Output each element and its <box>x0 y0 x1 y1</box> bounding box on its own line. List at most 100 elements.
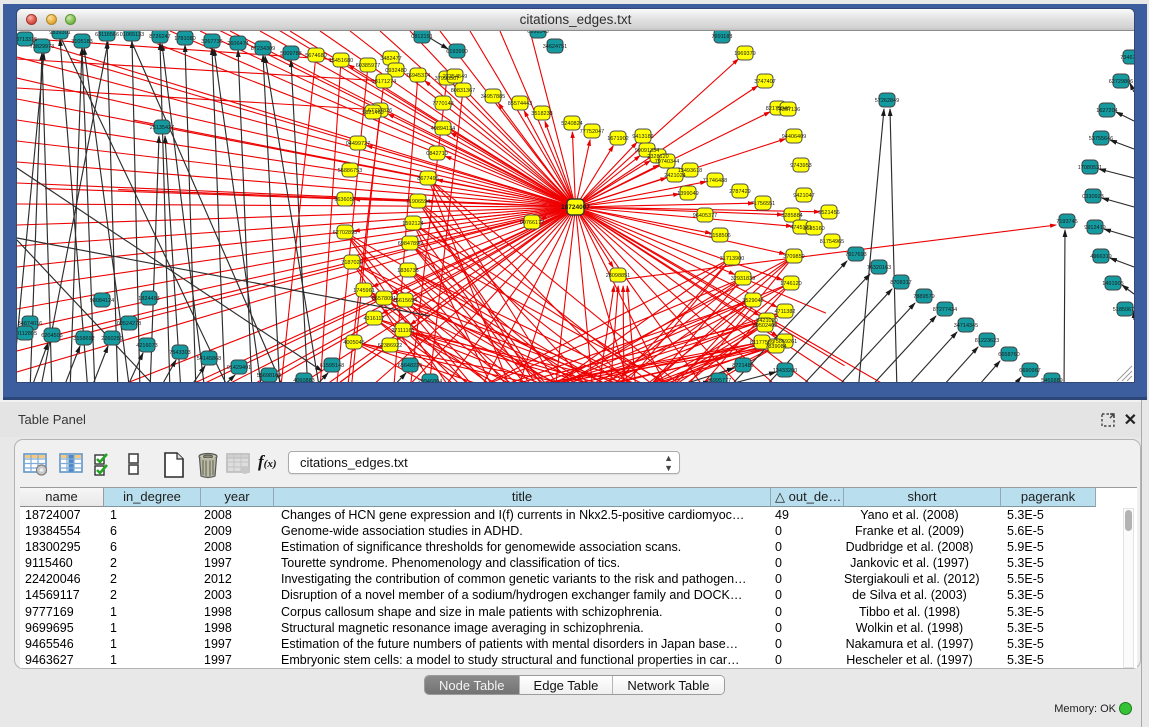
svg-text:3518233: 3518233 <box>531 111 552 117</box>
svg-text:2421024: 2421024 <box>664 173 685 179</box>
svg-text:5466889: 5466889 <box>1041 378 1062 382</box>
svg-text:8721489: 8721489 <box>732 363 753 369</box>
svg-text:32931839: 32931839 <box>731 276 755 282</box>
svg-text:54145868: 54145868 <box>197 356 221 362</box>
svg-text:49894134: 49894134 <box>431 126 455 132</box>
svg-text:55698169: 55698169 <box>257 373 281 379</box>
svg-text:1824493: 1824493 <box>138 296 159 302</box>
svg-text:7917693: 7917693 <box>845 252 866 258</box>
svg-text:98084124: 98084124 <box>90 298 114 304</box>
svg-text:76945314: 76945314 <box>406 73 430 79</box>
svg-text:3747407: 3747407 <box>754 79 775 85</box>
svg-text:5158506: 5158506 <box>709 233 730 239</box>
svg-text:1781080: 1781080 <box>174 36 195 42</box>
svg-text:73829973: 73829973 <box>30 44 54 50</box>
svg-text:5674680: 5674680 <box>305 53 326 59</box>
svg-text:5009788: 5009788 <box>280 51 301 57</box>
svg-text:8708317: 8708317 <box>890 280 911 286</box>
svg-text:9636057: 9636057 <box>334 197 355 203</box>
svg-text:3267736: 3267736 <box>201 39 222 45</box>
svg-text:71906594: 71906594 <box>406 199 430 205</box>
svg-text:39502402: 39502402 <box>753 323 777 329</box>
svg-text:87277434: 87277434 <box>933 307 957 313</box>
svg-text:62729806: 62729806 <box>1109 79 1133 85</box>
svg-text:34714345: 34714345 <box>954 323 978 329</box>
svg-text:34957885: 34957885 <box>481 94 505 100</box>
svg-text:36995777: 36995777 <box>707 378 731 382</box>
svg-text:4060883: 4060883 <box>293 378 314 382</box>
svg-text:0842710: 0842710 <box>426 151 447 157</box>
svg-text:7991183: 7991183 <box>711 34 732 40</box>
svg-text:74367136: 74367136 <box>776 107 800 113</box>
svg-text:9413186: 9413186 <box>632 134 653 140</box>
svg-text:62702895: 62702895 <box>333 230 357 236</box>
svg-text:78713315: 78713315 <box>17 37 37 43</box>
svg-text:3105183: 3105183 <box>71 39 92 45</box>
svg-text:81223623: 81223623 <box>975 338 999 344</box>
svg-text:8726247: 8726247 <box>149 34 170 40</box>
svg-text:2606474: 2606474 <box>227 41 248 47</box>
svg-text:1627204: 1627204 <box>1096 108 1117 114</box>
svg-text:85574443: 85574443 <box>508 101 532 107</box>
svg-text:61595148: 61595148 <box>320 363 344 369</box>
svg-text:7839084: 7839084 <box>765 344 786 350</box>
svg-text:00766177: 00766177 <box>520 220 544 226</box>
svg-text:25135427: 25135427 <box>150 125 174 131</box>
svg-text:7889579: 7889579 <box>913 294 934 300</box>
svg-text:4316117: 4316117 <box>363 316 384 322</box>
svg-text:9743953: 9743953 <box>790 163 811 169</box>
svg-text:34874016: 34874016 <box>18 321 42 327</box>
svg-text:1671902: 1671902 <box>607 136 628 142</box>
svg-text:3709859: 3709859 <box>783 254 804 260</box>
svg-text:0330923: 0330923 <box>1082 194 1103 200</box>
svg-text:79740344: 79740344 <box>655 159 679 165</box>
svg-text:96405377: 96405377 <box>693 213 717 219</box>
svg-text:4966319: 4966319 <box>1090 254 1111 260</box>
svg-text:1491905: 1491905 <box>1102 281 1123 287</box>
svg-text:3285884: 3285884 <box>781 213 802 219</box>
svg-text:7543303: 7543303 <box>169 350 190 356</box>
svg-text:17080531: 17080531 <box>1078 165 1102 171</box>
svg-text:69847896: 69847896 <box>398 241 422 247</box>
svg-text:31713900: 31713900 <box>720 256 744 262</box>
svg-text:94406409: 94406409 <box>782 134 806 140</box>
svg-text:13433200: 13433200 <box>773 368 797 374</box>
svg-text:71746488: 71746488 <box>703 178 727 184</box>
svg-text:34624751: 34624751 <box>543 44 567 50</box>
svg-text:80112805: 80112805 <box>17 331 37 337</box>
svg-text:9821465: 9821465 <box>362 110 383 116</box>
svg-text:9521456: 9521456 <box>818 210 839 216</box>
svg-text:7187026: 7187026 <box>341 260 362 266</box>
svg-text:8677496: 8677496 <box>417 176 438 182</box>
svg-text:81754965: 81754965 <box>820 239 844 245</box>
svg-text:4711382: 4711382 <box>774 309 795 315</box>
svg-text:4005045: 4005045 <box>343 340 364 346</box>
svg-text:4216073: 4216073 <box>136 343 157 349</box>
svg-text:1399049: 1399049 <box>677 191 698 197</box>
svg-text:77752047: 77752047 <box>580 129 604 135</box>
svg-text:00524278: 00524278 <box>117 321 141 327</box>
svg-text:71756551: 71756551 <box>751 201 775 207</box>
svg-text:6690967: 6690967 <box>1019 368 1040 374</box>
svg-text:28098851: 28098851 <box>606 273 630 279</box>
svg-text:01065133: 01065133 <box>120 32 144 38</box>
svg-text:2260256: 2260256 <box>101 336 122 342</box>
svg-text:0812191: 0812191 <box>411 34 432 40</box>
svg-text:1745961: 1745961 <box>353 288 374 294</box>
svg-text:5240824: 5240824 <box>561 121 582 127</box>
svg-text:9912419: 9912419 <box>1084 225 1105 231</box>
svg-text:57262849: 57262849 <box>875 98 899 104</box>
svg-text:3529042: 3529042 <box>742 298 763 304</box>
svg-text:7346706: 7346706 <box>1120 55 1134 61</box>
svg-text:76615654: 76615654 <box>393 298 417 304</box>
svg-text:55886753: 55886753 <box>338 168 362 174</box>
svg-text:7193745: 7193745 <box>1056 219 1077 225</box>
svg-text:01429401: 01429401 <box>227 365 251 371</box>
svg-text:60385977: 60385977 <box>356 63 380 69</box>
svg-text:3482477: 3482477 <box>380 56 401 62</box>
svg-text:63116566: 63116566 <box>95 32 119 38</box>
svg-text:9421047: 9421047 <box>793 193 814 199</box>
svg-text:13171274: 13171274 <box>372 79 396 85</box>
svg-text:7770143: 7770143 <box>432 101 453 107</box>
svg-text:53755646: 53755646 <box>1089 136 1113 142</box>
